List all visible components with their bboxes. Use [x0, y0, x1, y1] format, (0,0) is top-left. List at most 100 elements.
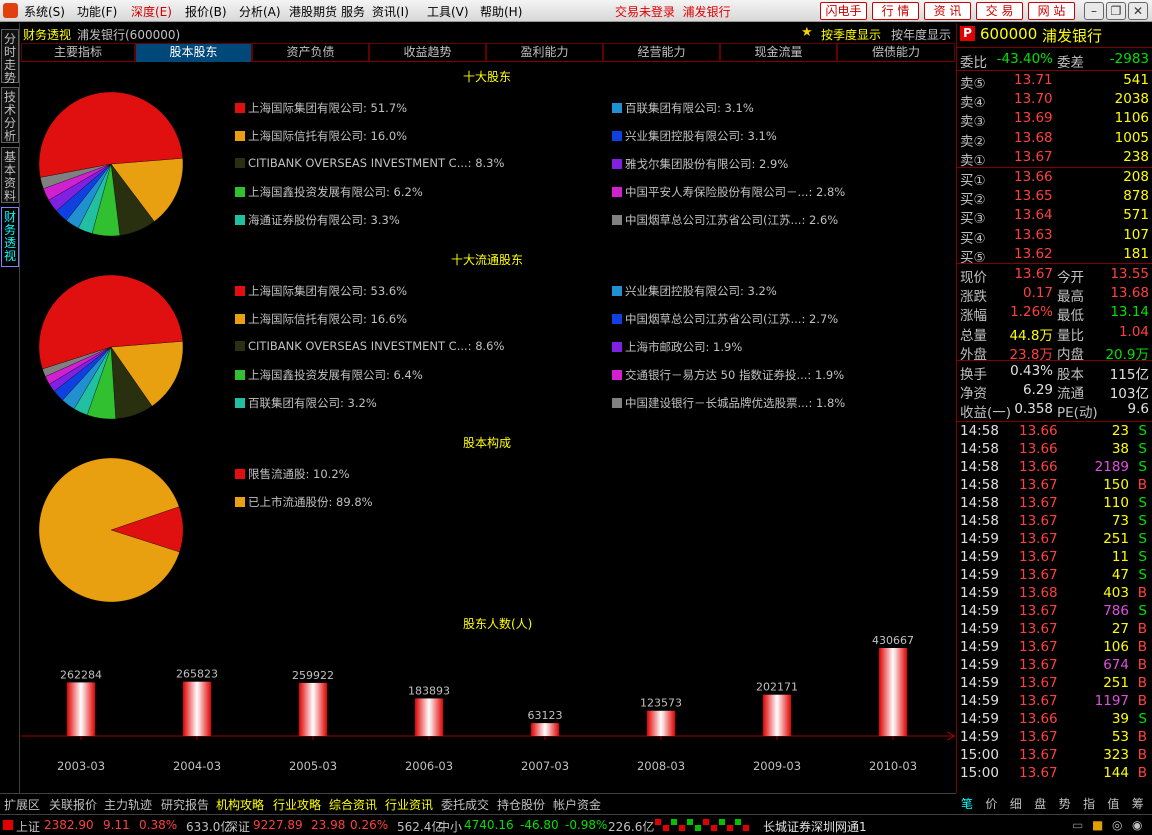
- top10-legend-item: 雅戈尔集团股份有限公司: 2.9%: [612, 156, 788, 172]
- legend-label: 上海国际集团有限公司: 53.6%: [248, 284, 408, 298]
- right-tab[interactable]: 指: [1083, 795, 1095, 812]
- menu-quote[interactable]: 报价(B): [185, 3, 227, 20]
- menu-hk-futures[interactable]: 港股期货: [289, 3, 337, 20]
- year-view-link[interactable]: 按年度显示: [891, 26, 951, 43]
- right-tab[interactable]: 势: [1059, 795, 1071, 812]
- menu-analysis[interactable]: 分析(A): [239, 3, 281, 20]
- tick-row: 14:59 13.67 11 S: [960, 549, 1147, 565]
- side-tabs: 分时走势 技术分析 基本资料 财务透视: [0, 23, 20, 793]
- menu-info[interactable]: 资讯(I): [372, 3, 409, 20]
- menu-depth[interactable]: 深度(E): [131, 3, 172, 20]
- holders-bar: [415, 698, 443, 736]
- share-stat-row: 收益(一) 0.358 PE(动) 9.6: [960, 401, 1149, 422]
- share-stat-row: 换手 0.43% 股本 115亿: [960, 363, 1149, 383]
- side-tab-basic-info[interactable]: 基本资料: [1, 147, 19, 203]
- bar-category-label: 2006-03: [405, 759, 453, 773]
- menu-function[interactable]: 功能(F): [77, 3, 117, 20]
- top10-legend-item: 兴业集团控股有限公司: 3.1%: [612, 128, 777, 144]
- market-button[interactable]: 行 情: [872, 2, 919, 20]
- tab-institution[interactable]: 机构攻略: [216, 796, 264, 813]
- right-tab[interactable]: 筹: [1132, 795, 1144, 812]
- tab-main-indicators[interactable]: 主要指标: [21, 43, 135, 62]
- legend-label: CITIBANK OVERSEAS INVESTMENT C...: 8.3%: [248, 156, 505, 170]
- star-icon: ★: [801, 25, 813, 40]
- tab-related-quote[interactable]: 关联报价: [49, 796, 97, 813]
- tick-row: 14:59 13.67 251 B: [960, 675, 1147, 691]
- info-icon[interactable]: ◉: [1132, 818, 1142, 832]
- news-button[interactable]: 资 讯: [924, 2, 971, 20]
- tick-row: 14:58 13.67 150 B: [960, 477, 1147, 493]
- lock-icon: ■: [1092, 818, 1104, 832]
- legend-label: 海通证券股份有限公司: 3.3%: [248, 213, 400, 227]
- tab-main-force[interactable]: 主力轨迹: [104, 796, 152, 813]
- bar-value-label: 183893: [408, 684, 450, 697]
- menu-tools[interactable]: 工具(V): [427, 3, 469, 20]
- right-tab[interactable]: 笔: [961, 795, 973, 812]
- legend-label: 百联集团有限公司: 3.1%: [625, 101, 754, 115]
- right-tab[interactable]: 细: [1010, 795, 1022, 812]
- tab-balance[interactable]: 资产负债: [252, 43, 369, 62]
- legend-swatch: [235, 286, 245, 296]
- content-title-bar: 财务透视 浦发银行(600000) ★ 按季度显示 按年度显示: [21, 23, 955, 43]
- top10-float-legend-item: 交通银行－易方达 50 指数证券投...: 1.9%: [612, 367, 844, 383]
- buy-level-row: 买② 13.65 878: [960, 188, 1149, 209]
- legend-swatch: [235, 131, 245, 141]
- bar-category-label: 2005-03: [289, 759, 337, 773]
- tab-extension[interactable]: 扩展区: [4, 796, 40, 813]
- tab-general-news[interactable]: 综合资讯: [329, 796, 377, 813]
- flash-trade-button[interactable]: 闪电手: [820, 2, 867, 20]
- top10-float-pie: [38, 274, 184, 420]
- side-tab-financial[interactable]: 财务透视: [1, 207, 19, 267]
- legend-label: 已上市流通股份: 89.8%: [248, 495, 373, 509]
- market-up-icon: [3, 820, 13, 830]
- tab-cashflow[interactable]: 现金流量: [720, 43, 837, 62]
- sz-index: 9227.89: [253, 818, 303, 832]
- tick-row: 14:59 13.67 674 B: [960, 657, 1147, 673]
- stock-title: 浦发银行(600000): [77, 28, 181, 42]
- sell-level-row: 卖⑤ 13.71 541: [960, 72, 1149, 92]
- tab-shareholders[interactable]: 股本股东: [135, 43, 252, 62]
- bar-category-label: 2010-03: [869, 759, 917, 773]
- legend-swatch: [612, 187, 622, 197]
- tab-industry-strategy[interactable]: 行业攻略: [273, 796, 321, 813]
- tab-solvency[interactable]: 偿债能力: [837, 43, 955, 62]
- tab-positions[interactable]: 持仓股份: [497, 796, 545, 813]
- tab-industry-news[interactable]: 行业资讯: [385, 796, 433, 813]
- buy-level-row: 买④ 13.63 107: [960, 226, 1149, 247]
- legend-label: CITIBANK OVERSEAS INVESTMENT C...: 8.6%: [248, 339, 505, 353]
- minimize-icon[interactable]: –: [1084, 2, 1104, 20]
- menu-system[interactable]: 系统(S): [24, 3, 65, 20]
- side-tab-technical[interactable]: 技术分析: [1, 87, 19, 143]
- tab-profitability[interactable]: 盈利能力: [486, 43, 603, 62]
- right-tab[interactable]: 价: [985, 795, 997, 812]
- tick-row: 14:59 13.67 27 B: [960, 621, 1147, 637]
- settings-icon[interactable]: ◎: [1112, 818, 1122, 832]
- legend-label: 中国平安人寿保险股份有限公司－...: 2.8%: [625, 185, 846, 199]
- quote-stat-row: 现价 13.67 今开 13.55: [960, 266, 1149, 286]
- bar-value-label: 202171: [756, 681, 798, 694]
- right-tab[interactable]: 值: [1107, 795, 1119, 812]
- website-button[interactable]: 网 站: [1028, 2, 1075, 20]
- menu-help[interactable]: 帮助(H): [480, 3, 522, 20]
- tab-account[interactable]: 帐户资金: [553, 796, 601, 813]
- tab-orders[interactable]: 委托成交: [441, 796, 489, 813]
- structure-legend-item: 已上市流通股份: 89.8%: [235, 494, 373, 510]
- restore-icon[interactable]: ❐: [1106, 2, 1126, 20]
- tab-operations[interactable]: 经营能力: [603, 43, 720, 62]
- legend-swatch: [612, 370, 622, 380]
- side-tab-intraday[interactable]: 分时走势: [1, 29, 19, 85]
- tab-research[interactable]: 研究报告: [161, 796, 209, 813]
- close-icon[interactable]: ✕: [1128, 2, 1148, 20]
- menu-service[interactable]: 服务: [341, 3, 365, 20]
- legend-label: 上海国际集团有限公司: 51.7%: [248, 101, 408, 115]
- trade-button[interactable]: 交 易: [976, 2, 1023, 20]
- tab-earnings[interactable]: 收益趋势: [369, 43, 486, 62]
- legend-swatch: [235, 398, 245, 408]
- quote-stat-row: 涨跌 0.17 最高 13.68: [960, 285, 1149, 306]
- holders-bar: [531, 723, 559, 736]
- right-tab[interactable]: 盘: [1034, 795, 1046, 812]
- quote-stat-row: 外盘 23.8万 内盘 20.9万: [960, 346, 1149, 363]
- bar-category-label: 2009-03: [753, 759, 801, 773]
- quarter-view-link[interactable]: 按季度显示: [821, 26, 881, 43]
- tick-row: 14:59 13.67 786 S: [960, 603, 1147, 619]
